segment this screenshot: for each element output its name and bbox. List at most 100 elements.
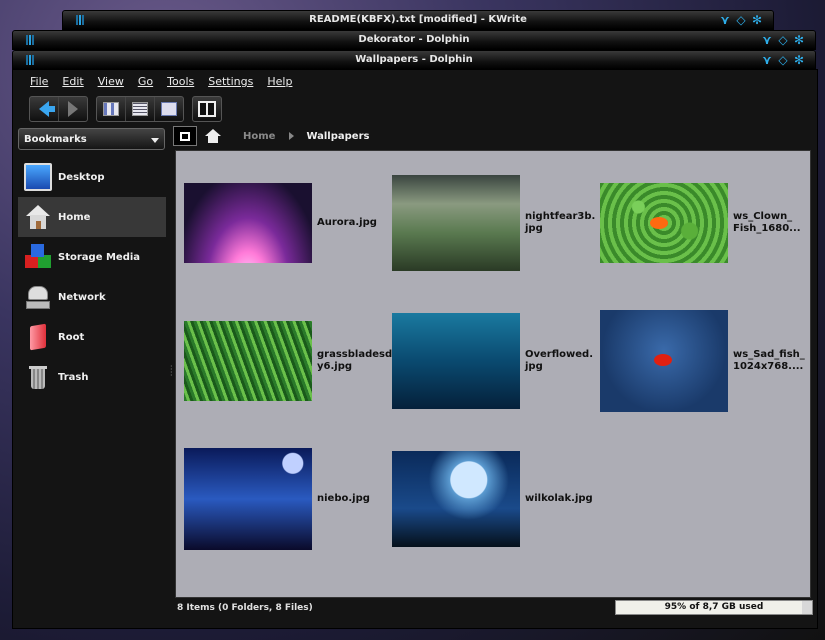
minimize-icon[interactable]: ⋎ [761,31,773,49]
icons-view-icon [103,102,119,116]
places-panel: Desktop Home Storage Media Network Root … [18,157,166,397]
menu-settings[interactable]: Settings [201,74,260,90]
storage-media-icon [24,243,52,271]
file-item[interactable]: Overflowed. jpg [392,313,605,409]
forward-icon [68,101,78,117]
file-name: ws_Sad_fish_ 1024x768.... [733,349,805,372]
menu-view[interactable]: View [91,74,131,90]
file-item[interactable]: niebo.jpg [184,448,397,550]
file-thumbnail [392,451,520,547]
dekorator-titlebar[interactable]: Dekorator - Dolphin ⋎ ◇ ✻ [12,30,816,50]
file-thumbnail [600,310,728,412]
location-toggle-icon [180,131,190,141]
menu-tools[interactable]: Tools [160,74,201,90]
icons-view-button[interactable] [97,97,126,121]
file-thumbnail [184,448,312,550]
maximize-icon[interactable]: ◇ [777,51,789,69]
sidebar-item-storage-media[interactable]: Storage Media [18,237,166,277]
sidebar-item-trash[interactable]: Trash [18,357,166,397]
capacity-label: 95% of 8,7 GB used [664,602,764,612]
trash-icon [24,363,52,391]
maximize-icon[interactable]: ◇ [777,31,789,49]
status-bar: 8 Items (0 Folders, 8 Files) 95% of 8,7 … [175,598,813,618]
file-name: Aurora.jpg [317,217,377,228]
sidebar-item-home[interactable]: Home [18,197,166,237]
file-item[interactable]: nightfear3b. jpg [392,175,605,271]
network-icon [24,283,52,311]
chevron-down-icon [151,138,159,143]
sidebar-item-network[interactable]: Network [18,277,166,317]
disk-capacity-bar: 95% of 8,7 GB used [615,600,813,615]
sidebar-item-label: Network [58,291,106,303]
main-toolbar [29,96,222,122]
kwrite-window-title: README(KBFX).txt [modified] - KWrite [309,14,527,25]
back-button[interactable] [30,97,59,121]
file-name: wilkolak.jpg [525,493,593,504]
file-item[interactable]: ws_Sad_fish_ 1024x768.... [600,310,810,412]
file-name: grassbladesd y6.jpg [317,349,393,372]
details-view-icon [132,102,148,116]
main-window-title: Wallpapers - Dolphin [355,54,473,65]
window-menu-icon[interactable] [73,15,87,25]
split-view-button[interactable] [193,97,221,121]
maximize-icon[interactable]: ◇ [735,11,747,29]
panel-splitter-handle[interactable]: · · · · [170,363,174,380]
dekorator-window-title: Dekorator - Dolphin [358,34,470,45]
menu-edit[interactable]: Edit [55,74,90,90]
sidebar-item-root[interactable]: Root [18,317,166,357]
file-thumbnail [600,183,728,263]
nav-button-group [29,96,88,122]
menu-help[interactable]: Help [260,74,299,90]
file-thumbnail [392,175,520,271]
breadcrumb: Home Wallpapers [173,125,369,147]
sidebar-item-label: Trash [58,371,89,383]
breadcrumb-home[interactable]: Home [243,131,275,142]
desktop-icon [24,163,52,191]
close-icon[interactable]: ✻ [751,11,763,29]
menu-file[interactable]: File [23,74,55,90]
sidebar-item-label: Storage Media [58,251,141,263]
sidebar-item-label: Desktop [58,171,105,183]
preview-button[interactable] [155,97,183,121]
file-name: ws_Clown_ Fish_1680... [733,211,801,234]
view-mode-group [96,96,184,122]
home-icon [24,203,52,231]
minimize-icon[interactable]: ⋎ [719,11,731,29]
dolphin-window: File Edit View Go Tools Settings Help Bo… [12,69,818,629]
minimize-icon[interactable]: ⋎ [761,51,773,69]
file-thumbnail [392,313,520,409]
split-group [192,96,222,122]
breadcrumb-home-icon[interactable] [203,126,223,146]
window-menu-icon[interactable] [23,35,37,45]
sidebar-item-label: Root [58,331,85,343]
menu-go[interactable]: Go [131,74,160,90]
file-name: niebo.jpg [317,493,370,504]
file-thumbnail [184,321,312,401]
window-menu-icon[interactable] [23,55,37,65]
file-name: Overflowed. jpg [525,349,593,372]
split-view-icon [198,101,216,117]
sidebar-item-desktop[interactable]: Desktop [18,157,166,197]
breadcrumb-separator-icon [289,132,295,140]
file-view[interactable]: Aurora.jpg nightfear3b. jpg ws_Clown_ Fi… [175,150,811,598]
file-item[interactable]: Aurora.jpg [184,183,397,263]
file-item[interactable]: wilkolak.jpg [392,451,605,547]
details-view-button[interactable] [126,97,155,121]
kwrite-titlebar[interactable]: README(KBFX).txt [modified] - KWrite ⋎ ◇… [62,10,774,30]
breadcrumb-current[interactable]: Wallpapers [306,131,369,142]
file-thumbnail [184,183,312,263]
status-text: 8 Items (0 Folders, 8 Files) [177,603,313,613]
file-item[interactable]: grassbladesd y6.jpg [184,321,397,401]
sidebar-selector[interactable]: Bookmarks [18,128,165,150]
close-icon[interactable]: ✻ [793,51,805,69]
back-icon [39,101,55,117]
file-item[interactable]: ws_Clown_ Fish_1680... [600,183,810,263]
main-titlebar[interactable]: Wallpapers - Dolphin ⋎ ◇ ✻ [12,50,816,70]
forward-button[interactable] [59,97,87,121]
menubar: File Edit View Go Tools Settings Help [23,74,299,90]
sidebar-item-label: Home [58,211,91,223]
sidebar-selector-label: Bookmarks [24,134,87,145]
close-icon[interactable]: ✻ [793,31,805,49]
location-edit-toggle[interactable] [173,126,197,146]
preview-icon [161,102,177,116]
